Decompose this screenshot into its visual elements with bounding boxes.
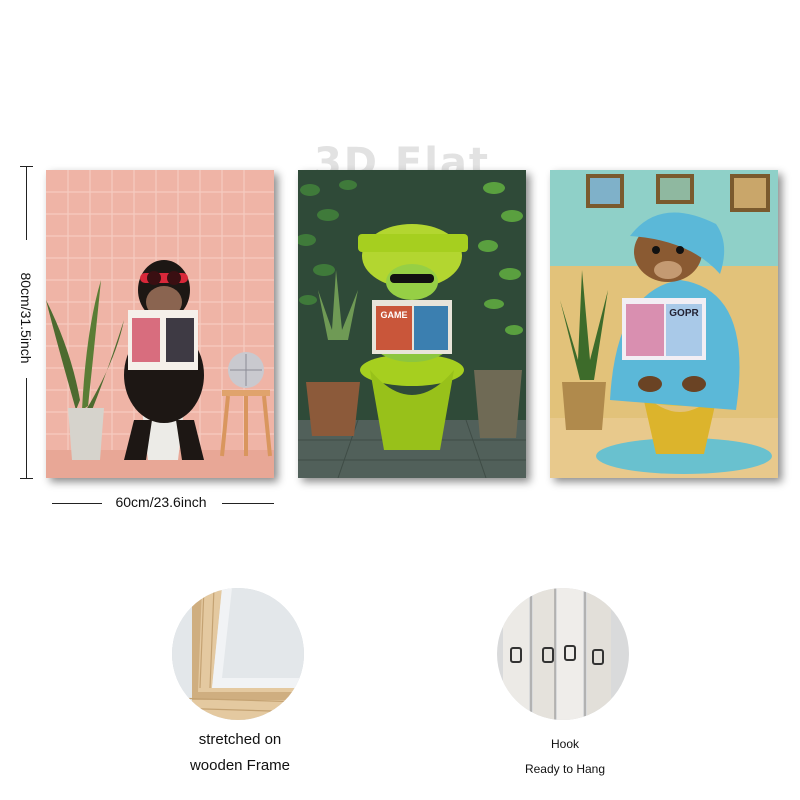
height-tick-bottom <box>20 478 33 479</box>
canvas-panel-beaver: GOPR <box>550 170 778 478</box>
chimpanzee-illustration <box>46 170 274 478</box>
canvas-panel-chimpanzee <box>46 170 274 478</box>
height-tick-top <box>20 166 33 167</box>
frame-caption-line1: stretched on <box>198 731 282 748</box>
frog-illustration: GAME <box>298 170 526 478</box>
width-dimension-line-left <box>52 503 102 504</box>
canvas-panel-frog: GAME <box>298 170 526 478</box>
wooden-frame-detail-photo <box>172 588 304 720</box>
width-dimension-line-right <box>222 503 274 504</box>
hook-detail-photo <box>497 588 629 720</box>
hook-caption-line2: Ready to Hang <box>524 762 606 776</box>
beaver-magazine-title: GOPR <box>669 308 699 319</box>
hook-caption-line1: Hook <box>550 737 579 751</box>
frame-caption-line2: wooden Frame <box>189 757 291 774</box>
width-dimension-label: 60cm/23.6inch <box>115 494 207 510</box>
height-dimension-label: 80cm/31.5inch <box>18 272 34 364</box>
frog-magazine-title: GAME <box>381 310 408 320</box>
beaver-illustration: GOPR <box>550 170 778 478</box>
